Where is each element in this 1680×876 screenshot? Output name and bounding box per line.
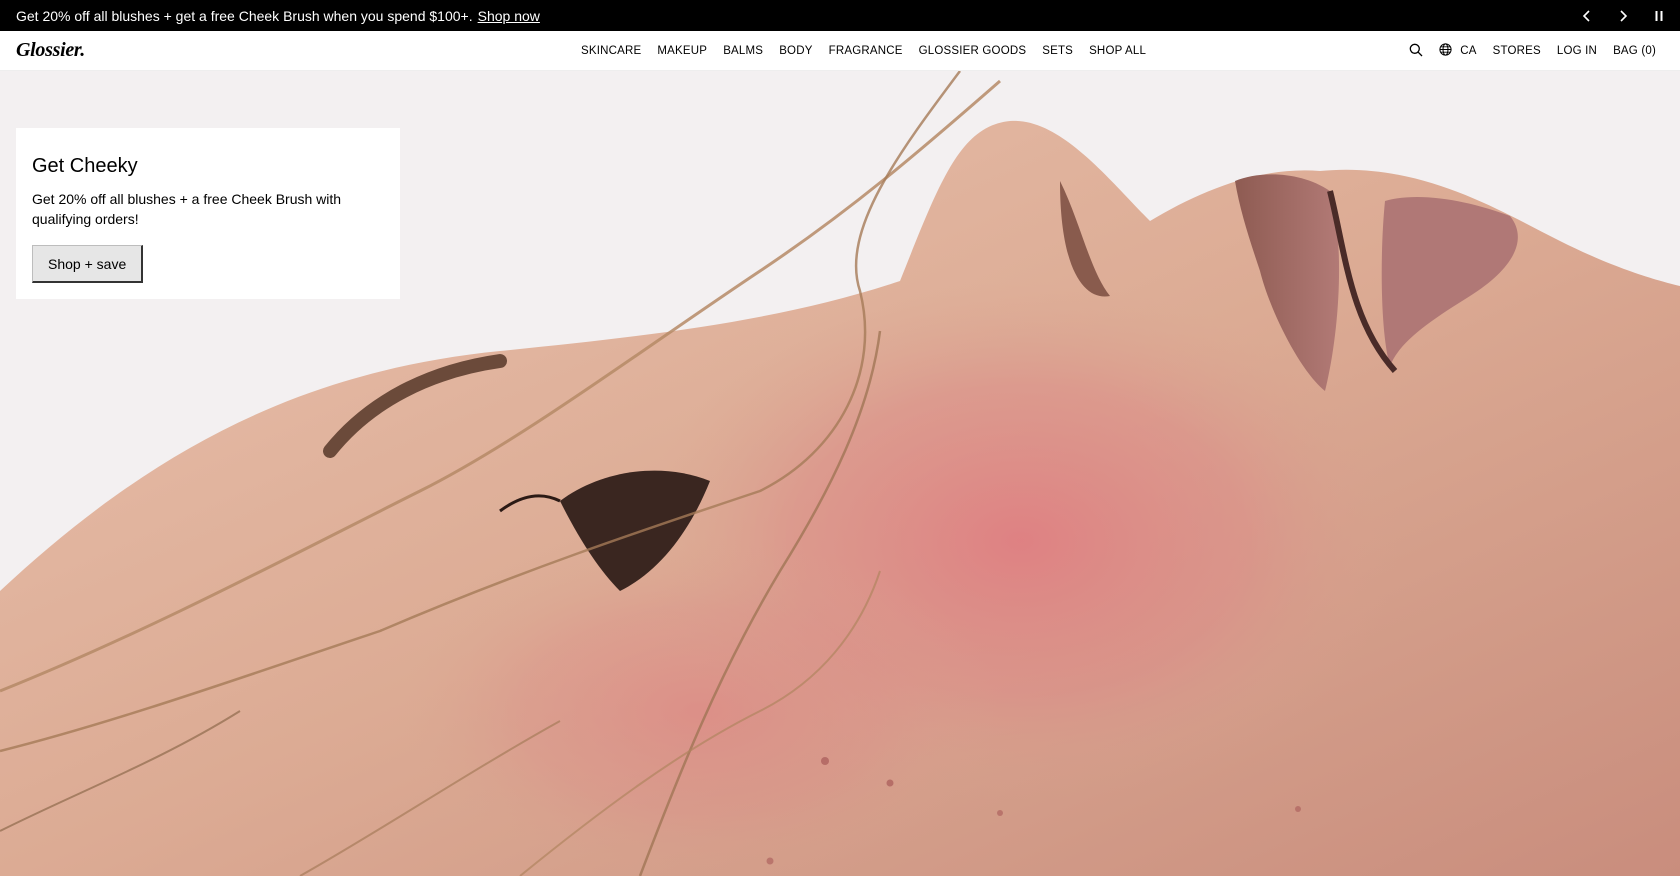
nav-item-body[interactable]: BODY <box>779 45 812 57</box>
header-utilities: CA STORES LOG IN BAG (0) <box>1409 31 1656 71</box>
main-navigation: Glossier. SKINCARE MAKEUP BALMS BODY FRA… <box>0 31 1680 71</box>
promo-title: Get Cheeky <box>32 155 138 177</box>
nav-item-makeup[interactable]: MAKEUP <box>657 45 707 57</box>
search-icon[interactable] <box>1409 43 1423 60</box>
announcement-bar: Get 20% off all blushes + get a free Che… <box>0 0 1680 31</box>
globe-icon <box>1439 43 1452 59</box>
nav-item-sets[interactable]: SETS <box>1042 45 1073 57</box>
shop-save-button[interactable]: Shop + save <box>32 245 144 283</box>
bag-link[interactable]: BAG (0) <box>1613 45 1656 57</box>
nav-item-skincare[interactable]: SKINCARE <box>581 45 641 57</box>
pause-icon[interactable] <box>1652 9 1666 23</box>
nav-item-fragrance[interactable]: FRAGRANCE <box>829 45 903 57</box>
promo-description: Get 20% off all blushes + a free Cheek B… <box>32 191 342 227</box>
login-link[interactable]: LOG IN <box>1557 45 1597 57</box>
announcement-controls <box>1580 0 1666 31</box>
nav-item-balms[interactable]: BALMS <box>723 45 763 57</box>
region-selector[interactable]: CA <box>1439 43 1476 59</box>
glossier-logo[interactable]: Glossier. <box>16 39 85 62</box>
nav-item-shop-all[interactable]: SHOP ALL <box>1089 45 1146 57</box>
nav-item-glossier-goods[interactable]: GLOSSIER GOODS <box>919 45 1027 57</box>
chevron-left-icon[interactable] <box>1580 9 1594 23</box>
hero-banner: Get Cheeky Get 20% off all blushes + a f… <box>0 71 1680 876</box>
category-menu: SKINCARE MAKEUP BALMS BODY FRAGRANCE GLO… <box>581 31 1146 71</box>
announcement-shop-now-link[interactable]: Shop now <box>478 8 540 24</box>
announcement-message: Get 20% off all blushes + get a free Che… <box>16 7 473 24</box>
stores-link[interactable]: STORES <box>1493 45 1541 57</box>
promo-card: Get Cheeky Get 20% off all blushes + a f… <box>16 128 400 299</box>
region-label: CA <box>1460 45 1477 57</box>
chevron-right-icon[interactable] <box>1616 9 1630 23</box>
